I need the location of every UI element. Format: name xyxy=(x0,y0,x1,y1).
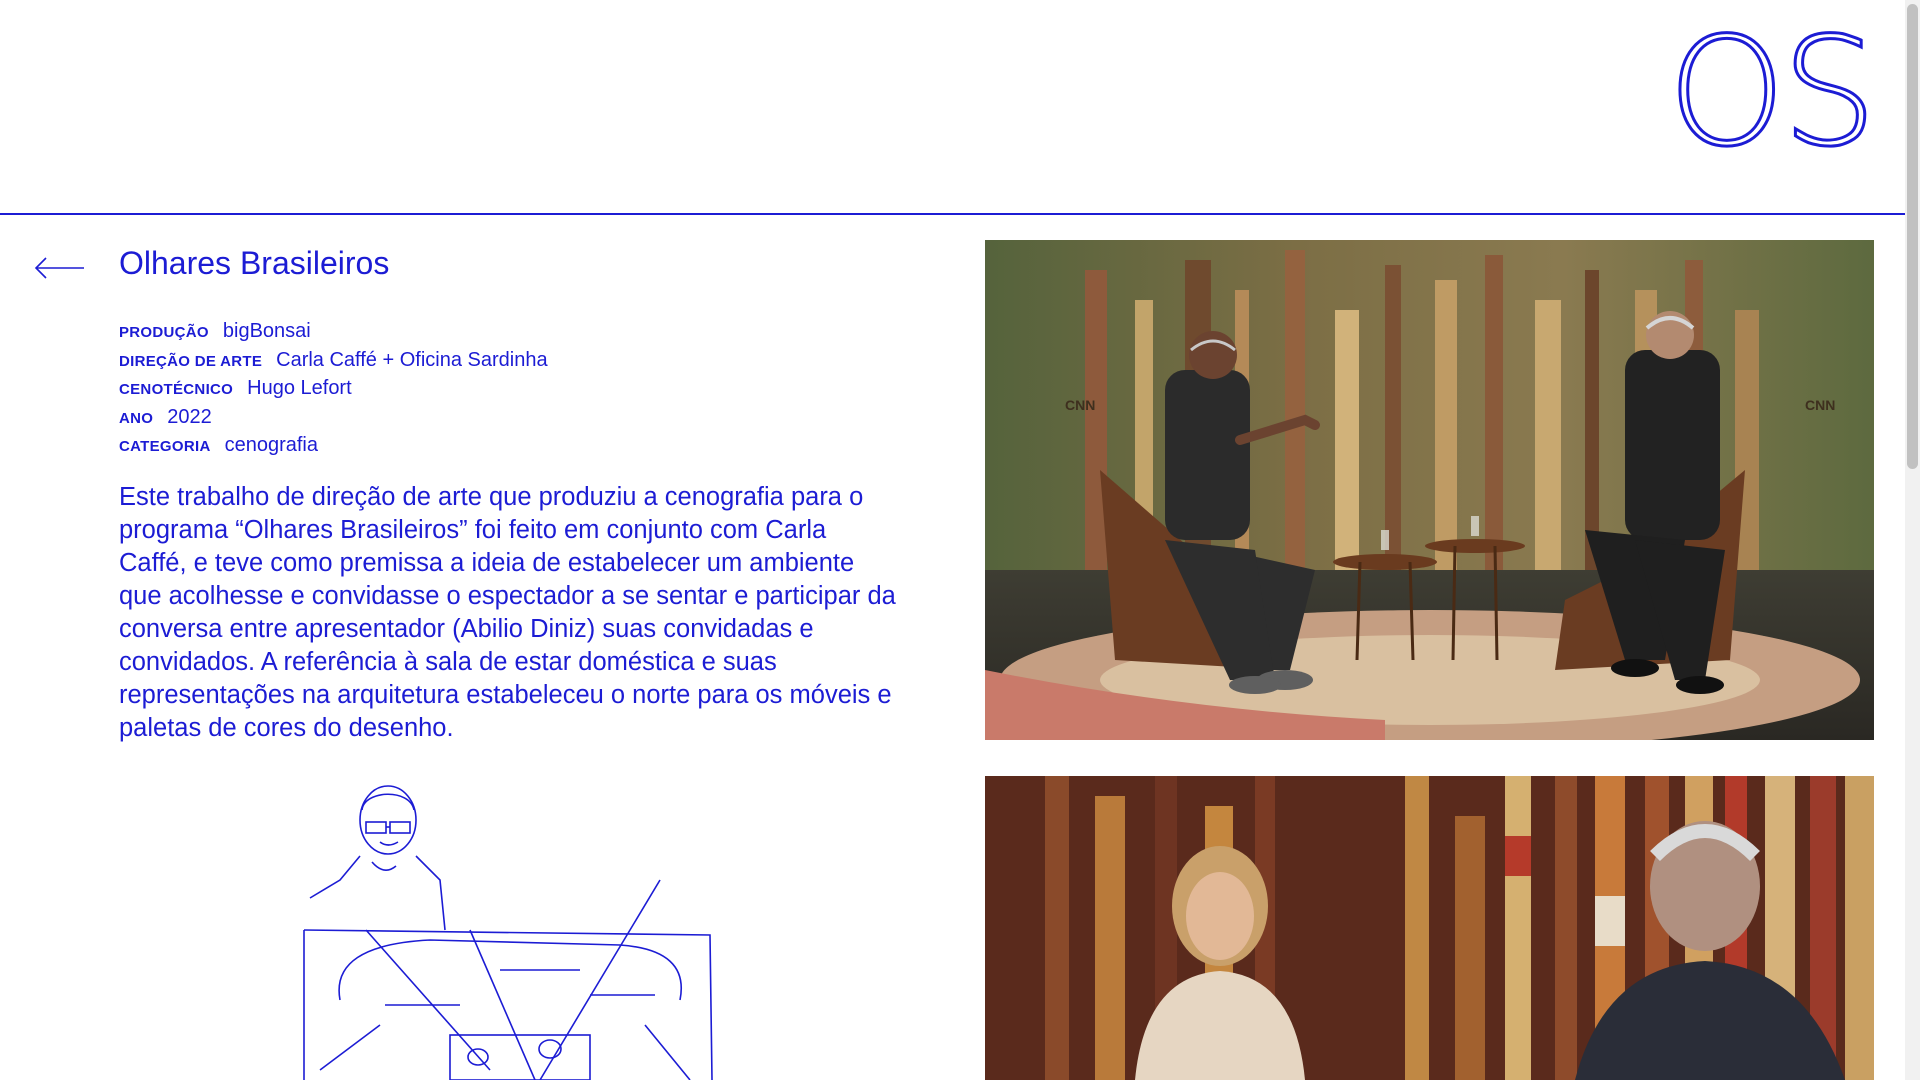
credit-label: CENOTÉCNICO xyxy=(119,381,234,398)
credit-label: PRODUÇÃO xyxy=(119,324,209,341)
credit-value: cenografia xyxy=(224,434,318,456)
credit-label: ANO xyxy=(119,409,154,427)
set-sketch-illustration xyxy=(303,785,713,1080)
credit-value: Carla Caffé + Oficina Sardinha xyxy=(276,348,548,371)
credit-row-categoria: CATEGORIA cenografia xyxy=(119,432,548,461)
set-logo: CNN xyxy=(1805,397,1835,413)
project-photo-2[interactable] xyxy=(985,776,1874,1080)
credit-label: DIREÇÃO DE ARTE xyxy=(119,352,263,370)
credit-row-direcao-de-arte: DIREÇÃO DE ARTE Carla Caffé + Oficina Sar… xyxy=(119,347,548,376)
scrollbar-thumb[interactable] xyxy=(1907,4,1918,469)
credit-label: CATEGORIA xyxy=(119,438,211,455)
credits-list: PRODUÇÃO bigBonsai DIREÇÃO DE ARTE Carla C… xyxy=(119,318,548,461)
credit-value: 2022 xyxy=(167,405,212,428)
credit-row-cenotecnico: CENOTÉCNICO Hugo Lefort xyxy=(119,375,548,404)
site-logo[interactable]: OS xyxy=(1666,17,1878,170)
project-photo-1[interactable]: CNN CNN xyxy=(985,240,1874,740)
project-description: Este trabalho de direção de arte que pro… xyxy=(119,483,896,742)
scrollbar[interactable] xyxy=(1905,0,1920,1080)
credit-row-ano: ANO 2022 xyxy=(119,404,548,433)
arrow-left-icon[interactable] xyxy=(34,255,86,281)
set-logo: CNN xyxy=(1065,397,1095,413)
credit-row-producao: PRODUÇÃO bigBonsai xyxy=(119,318,548,347)
header-divider xyxy=(0,213,1905,215)
page-title: Olhares Brasileiros xyxy=(119,245,390,281)
credit-value: Hugo Lefort xyxy=(247,377,352,399)
credit-value: bigBonsai xyxy=(222,320,311,342)
